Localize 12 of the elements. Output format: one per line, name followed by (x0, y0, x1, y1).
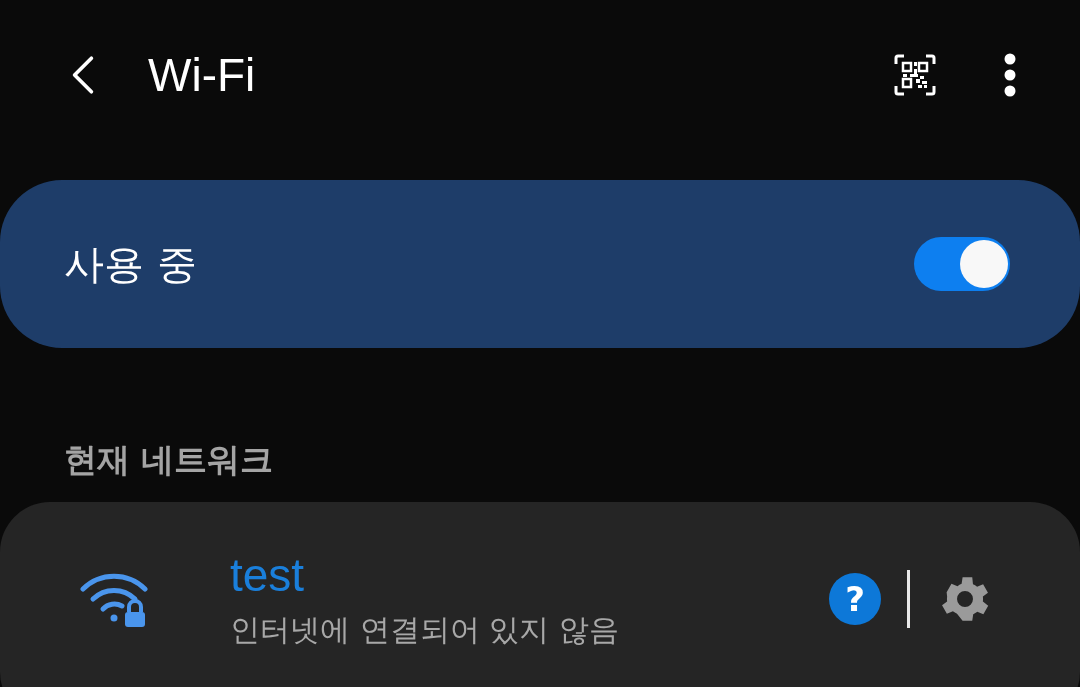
help-button[interactable]: ? (829, 573, 881, 625)
back-icon[interactable] (70, 54, 96, 96)
toggle-switch[interactable] (914, 237, 1010, 291)
section-heading: 현재 네트워크 (64, 439, 275, 481)
wifi-switch-bar[interactable]: 사용 중 (0, 180, 1080, 348)
network-card[interactable]: test 인터넷에 연결되어 있지 않음 ? (0, 502, 1080, 687)
switch-label: 사용 중 (64, 239, 197, 289)
screen-title: Wi-Fi (148, 48, 256, 102)
more-options-icon[interactable] (1004, 53, 1016, 97)
qr-code-icon[interactable] (894, 54, 936, 96)
network-status: 인터넷에 연결되어 있지 않음 (230, 611, 619, 649)
network-name: test (230, 548, 306, 602)
